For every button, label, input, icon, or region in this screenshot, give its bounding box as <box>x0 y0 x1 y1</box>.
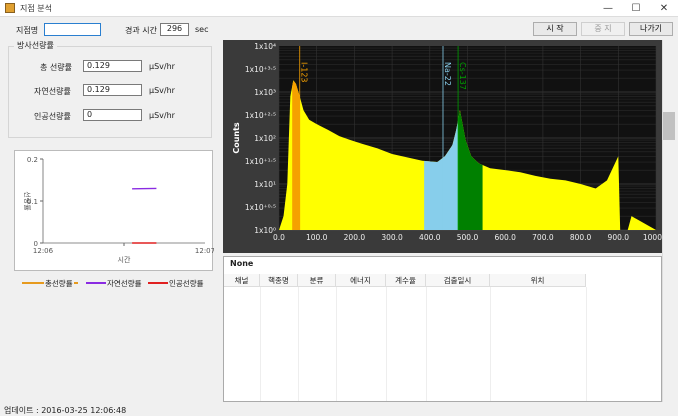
y-tick-label: 1x10³ <box>254 88 276 97</box>
natural-rate-unit: μSv/hr <box>149 86 175 95</box>
close-button[interactable]: ✕ <box>650 0 678 17</box>
col-channel[interactable]: 채널 <box>224 274 260 287</box>
title-bar: 지점 분석 — ☐ ✕ <box>0 0 678 17</box>
site-label: 지점명 <box>16 26 39 35</box>
spectrum-panel: I-123 Na-22 Cs-137 1x10⁰ 1x10⁺⁰·⁵ 1x10¹ 1x10⁺¹… <box>223 40 662 253</box>
grid-line <box>336 287 337 401</box>
col-energy[interactable]: 에너지 <box>336 274 386 287</box>
spectrum-chart: I-123 Na-22 Cs-1371x10⁰1x10⁺⁰·⁵1x10¹1x10⁺¹… <box>232 42 662 242</box>
trend-chart: 0.2 0.1 0 12:06 12:07 시간 선량률 <box>14 150 215 271</box>
y-tick-label: 1x10⁺¹·⁵ <box>245 157 276 166</box>
natural-rate-input[interactable]: 0.129 <box>83 84 142 96</box>
table-title: None <box>230 259 254 268</box>
trend-chart-svg: 0.20.1012:06 12:07시간선량률 <box>23 156 215 264</box>
natural-rate-label: 자연선량률 <box>34 87 71 96</box>
roi-region <box>292 80 300 230</box>
artificial-rate-input[interactable]: 0 <box>83 109 142 121</box>
total-rate-input[interactable]: 0.129 <box>83 60 142 72</box>
legend-artificial-label: 인공선량률 <box>168 278 205 289</box>
peak-label: I-123 <box>300 62 309 83</box>
col-detect-time[interactable]: 검출일시 <box>426 274 490 287</box>
x-tick-label: 12:06 <box>33 247 54 255</box>
x-tick-label: 400.0 <box>419 233 441 242</box>
x-tick-label: 200.0 <box>344 233 366 242</box>
x-tick-label: 12:07 <box>195 247 214 255</box>
total-rate-unit: μSv/hr <box>149 62 175 71</box>
x-tick-label: 700.0 <box>532 233 554 242</box>
start-button[interactable]: 시 작 <box>533 22 577 36</box>
status-bar-text: 업데이트 : 2016-03-25 12:06:48 <box>4 406 127 415</box>
vertical-scrollbar[interactable] <box>662 40 676 402</box>
y-tick-label: 1x10⁺²·⁵ <box>245 111 276 120</box>
y-tick-label: 1x10⁺⁰·⁵ <box>245 203 276 212</box>
y-tick-label: 1x10⁴ <box>254 42 276 51</box>
y-axis-label: Counts <box>232 122 241 154</box>
window-title: 지점 분석 <box>20 4 52 13</box>
x-tick-label: 600.0 <box>494 233 516 242</box>
x-tick-label: 0.0 <box>273 233 285 242</box>
x-tick-label: 800.0 <box>570 233 592 242</box>
x-tick-label: 500.0 <box>457 233 479 242</box>
y-axis-label: 선량률 <box>23 191 32 211</box>
total-rate-label: 총 선량률 <box>40 63 72 72</box>
grid-line <box>586 287 587 401</box>
x-tick-label: 900.0 <box>608 233 630 242</box>
scrollbar-thumb[interactable] <box>663 112 675 140</box>
elapsed-label: 경과 시간 <box>125 26 157 35</box>
peak-label: Na-22 <box>443 62 452 86</box>
grid-line <box>490 287 491 401</box>
legend-natural-label: 자연선량률 <box>106 278 143 289</box>
x-axis-label: 시간 <box>118 255 131 264</box>
x-tick-label: 100.0 <box>306 233 328 242</box>
artificial-rate-label: 인공선량률 <box>34 112 71 121</box>
x-tick-label: 300.0 <box>381 233 403 242</box>
exit-button[interactable]: 나가기 <box>629 22 673 36</box>
site-input[interactable] <box>44 23 101 36</box>
x-tick-label: 1000.0 <box>643 233 662 242</box>
col-count-rate[interactable]: 계수율 <box>386 274 426 287</box>
y-tick-label: 1x10¹ <box>254 180 276 189</box>
legend-total-label: 총선량률 <box>44 278 74 289</box>
maximize-button[interactable]: ☐ <box>622 0 650 17</box>
minimize-button[interactable]: — <box>594 0 622 17</box>
app-icon <box>5 3 15 13</box>
elapsed-unit: sec <box>195 25 209 34</box>
grid-line <box>426 287 427 401</box>
y-tick-label: 0.2 <box>27 156 38 164</box>
y-tick-label: 1x10⁺³·⁵ <box>245 65 276 74</box>
peak-label: Cs-137 <box>458 62 467 90</box>
artificial-rate-unit: μSv/hr <box>149 111 175 120</box>
grid-line <box>260 287 261 401</box>
y-tick-label: 1x10² <box>254 134 276 143</box>
elapsed-input[interactable]: 296 <box>160 23 189 36</box>
table-header: 채널 핵종명 분류 에너지 계수율 검출일시 위치 <box>224 274 586 287</box>
col-category[interactable]: 분류 <box>298 274 336 287</box>
stop-button[interactable]: 중 지 <box>581 22 625 36</box>
col-location[interactable]: 위치 <box>490 274 586 287</box>
grid-line <box>298 287 299 401</box>
grid-line <box>386 287 387 401</box>
radiation-group-title: 방사선량률 <box>14 40 57 51</box>
col-nuclide[interactable]: 핵종명 <box>260 274 298 287</box>
